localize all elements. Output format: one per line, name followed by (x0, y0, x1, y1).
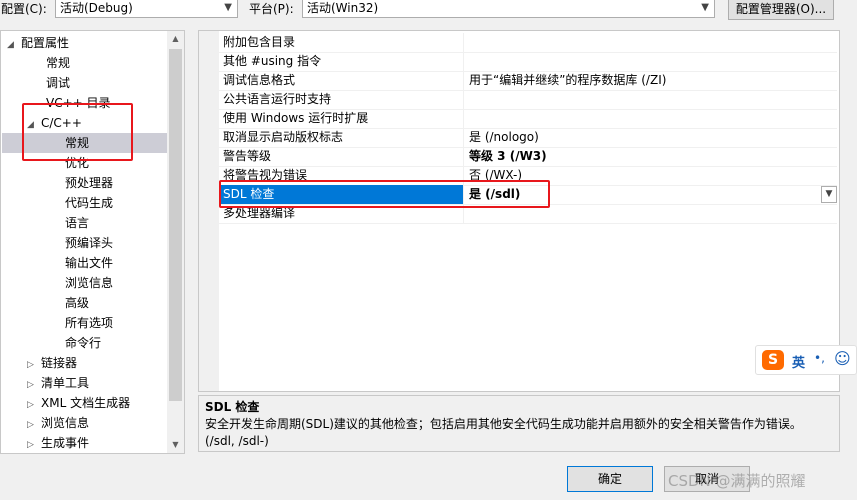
property-name: 其他 #using 指令 (219, 52, 464, 71)
tree-item-preprocessor[interactable]: 预处理器 (65, 173, 113, 193)
property-row[interactable]: 调试信息格式 用于“编辑并继续”的程序数据库 (/ZI) (219, 71, 837, 91)
tree-item-browse-info[interactable]: ▷ 浏览信息 (27, 413, 89, 433)
property-tree: ◢ 配置属性 常规 调试 VC++ 目录 ◢ C/C++ 常规 优化 预处理器 代码… (0, 30, 185, 454)
ok-button[interactable]: 确定 (567, 466, 653, 492)
property-row[interactable]: 使用 Windows 运行时扩展 (219, 109, 837, 129)
chevron-down-icon: ▼ (825, 189, 833, 199)
chevron-down-icon: ▼ (701, 2, 709, 13)
tree-item-label: 清单工具 (41, 376, 90, 390)
ime-mode-indicator[interactable]: 英 (792, 352, 805, 371)
annotation-box-tree (22, 103, 133, 161)
watermark: CSDN @满满的照耀 (668, 472, 806, 490)
description-panel: SDL 检查 安全开发生命周期(SDL)建议的其他检查；包括启用其他安全代码生成… (198, 395, 840, 452)
chevron-down-icon: ▼ (224, 2, 232, 13)
property-row[interactable]: 其他 #using 指令 (219, 52, 837, 72)
description-body: 安全开发生命周期(SDL)建议的其他检查；包括启用其他安全代码生成功能并启用额外… (205, 417, 802, 431)
config-manager-button[interactable]: 配置管理器(O)... (728, 0, 834, 20)
property-name: 警告等级 (219, 147, 464, 166)
config-bar: 配置(C): 活动(Debug) ▼ 平台(P): 活动(Win32) ▼ 配置… (0, 0, 857, 26)
tree-item-browse-information[interactable]: 浏览信息 (65, 273, 113, 293)
property-name: 取消显示启动版权标志 (219, 128, 464, 147)
ime-toolbar[interactable]: S 英 •, ☺ (755, 345, 857, 375)
tree-item-build-events[interactable]: ▷ 生成事件 (27, 433, 89, 453)
property-name: 附加包含目录 (219, 33, 464, 52)
tree-item-label: 配置属性 (21, 36, 70, 50)
expanded-icon[interactable]: ◢ (7, 35, 21, 55)
description-title: SDL 检查 (205, 400, 260, 414)
tree-item-command-line[interactable]: 命令行 (65, 333, 101, 353)
config-value: 活动(Debug) (60, 1, 133, 15)
config-dropdown[interactable]: 活动(Debug) ▼ (55, 0, 238, 18)
tree-item-label: 链接器 (41, 356, 78, 370)
collapsed-icon[interactable]: ▷ (27, 355, 41, 375)
property-value: 用于“编辑并继续”的程序数据库 (/ZI) (469, 73, 667, 87)
property-row[interactable]: 警告等级 等级 3 (/W3) (219, 147, 837, 167)
property-row[interactable]: 取消显示启动版权标志 是 (/nologo) (219, 128, 837, 148)
tree-item-code-generation[interactable]: 代码生成 (65, 193, 113, 213)
collapsed-icon[interactable]: ▷ (27, 415, 41, 435)
tree-item-output-files[interactable]: 输出文件 (65, 253, 113, 273)
property-row[interactable]: 附加包含目录 (219, 33, 837, 53)
property-name: 调试信息格式 (219, 71, 464, 90)
property-name: 使用 Windows 运行时扩展 (219, 109, 464, 128)
scroll-down-icon[interactable]: ▼ (167, 437, 184, 453)
tree-item-language[interactable]: 语言 (65, 213, 89, 233)
tree-item-label: XML 文档生成器 (41, 396, 131, 410)
tree-item-label: 生成事件 (41, 436, 90, 450)
grid-gutter (199, 31, 219, 391)
tree-scrollbar[interactable]: ▲ ▼ (167, 31, 184, 453)
property-row[interactable]: 公共语言运行时支持 (219, 90, 837, 110)
property-name: 公共语言运行时支持 (219, 90, 464, 109)
tree-item-label: 浏览信息 (41, 416, 90, 430)
scroll-up-icon[interactable]: ▲ (167, 31, 184, 47)
punctuation-icon[interactable]: •, (814, 351, 825, 365)
annotation-box-sdl (219, 180, 550, 208)
property-grid: 附加包含目录 其他 #using 指令 调试信息格式 用于“编辑并继续”的程序数… (198, 30, 840, 392)
property-value: 是 (/nologo) (469, 130, 539, 144)
platform-dropdown[interactable]: 活动(Win32) ▼ (302, 0, 715, 18)
tree-item-all-options[interactable]: 所有选项 (65, 313, 113, 333)
tree-item-debugging[interactable]: 调试 (46, 73, 70, 93)
tree-item-general[interactable]: 常规 (46, 53, 70, 73)
collapsed-icon[interactable]: ▷ (27, 435, 41, 453)
platform-label: 平台(P): (249, 2, 294, 16)
tree-item-linker[interactable]: ▷ 链接器 (27, 353, 77, 373)
description-switches: (/sdl, /sdl-) (205, 434, 269, 448)
tree-item-precompiled-headers[interactable]: 预编译头 (65, 233, 113, 253)
tree-item-config-properties[interactable]: ◢ 配置属性 (7, 33, 69, 53)
sogou-logo-icon[interactable]: S (762, 350, 784, 370)
value-dropdown-button[interactable]: ▼ (821, 186, 837, 203)
collapsed-icon[interactable]: ▷ (27, 395, 41, 415)
config-label: 配置(C): (1, 2, 47, 16)
collapsed-icon[interactable]: ▷ (27, 375, 41, 395)
tree-item-advanced[interactable]: 高级 (65, 293, 89, 313)
tree-item-xml-doc-generator[interactable]: ▷ XML 文档生成器 (27, 393, 130, 413)
property-value: 等级 3 (/W3) (469, 149, 547, 163)
tree-item-manifest-tool[interactable]: ▷ 清单工具 (27, 373, 89, 393)
scrollbar-thumb[interactable] (169, 49, 182, 401)
emoji-icon[interactable]: ☺ (834, 349, 851, 368)
platform-value: 活动(Win32) (307, 1, 379, 15)
